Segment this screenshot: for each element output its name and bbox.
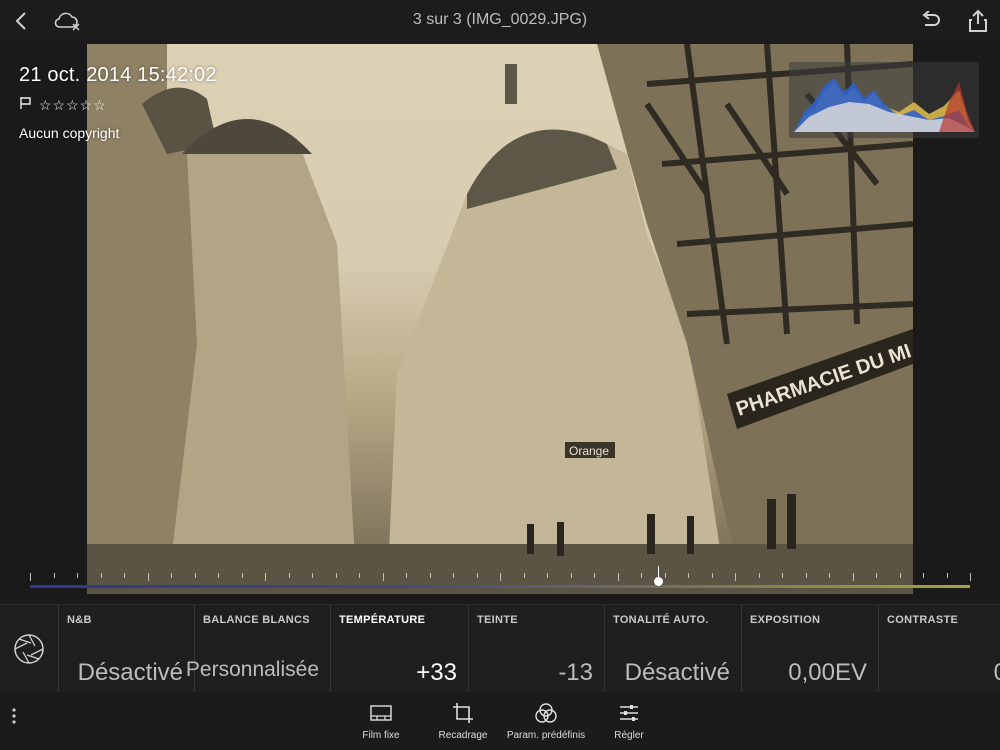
adjust-tint[interactable]: TEINTE -13: [468, 605, 605, 693]
temperature-slider[interactable]: [30, 585, 970, 588]
capture-date: 21 oct. 2014 15:42:02: [19, 64, 217, 86]
slider-tick: [829, 573, 830, 578]
slider-ticks: [30, 573, 971, 583]
slider-tick: [735, 573, 736, 581]
slider-tick: [171, 573, 172, 578]
shop-sign-text: Orange: [569, 444, 609, 458]
adjust-value: 0: [994, 659, 1000, 687]
adjust-temperature[interactable]: TEMPÉRATURE +33: [330, 605, 469, 693]
slider-tick: [899, 573, 901, 578]
slider-tick: [594, 573, 595, 578]
sliders-icon: [587, 702, 671, 724]
tool-label: Film fixe: [362, 730, 400, 741]
slider-tick: [711, 573, 713, 578]
adjust-value: Désactivé: [624, 659, 730, 686]
slider-tick: [923, 573, 924, 578]
photo-info-overlay: 21 oct. 2014 15:42:02 ☆☆☆☆☆ Aucun copyri…: [19, 64, 217, 141]
slider-tick: [946, 573, 948, 578]
bottom-toolbar: Film fixe Recadrage Param. prédéfinis Ré…: [0, 692, 1000, 750]
slider-tick: [523, 573, 525, 578]
adjust-label: CONTRASTE: [887, 614, 959, 626]
slider-tick: [335, 573, 337, 578]
adjust-value: +33: [416, 659, 457, 686]
filmstrip-icon: [339, 702, 423, 724]
slider-tick: [406, 573, 407, 578]
tool-presets[interactable]: Param. prédéfinis: [504, 702, 588, 741]
slider-tick: [77, 573, 78, 578]
slider-tick: [194, 573, 196, 578]
slider-tick: [876, 573, 877, 578]
slider-tick: [30, 573, 31, 581]
undo-icon[interactable]: [917, 8, 943, 34]
photo-viewer[interactable]: PHARMACIE DU MI Orange 21 oct. 2014 15:4…: [0, 42, 1000, 604]
more-options-icon[interactable]: [6, 704, 22, 728]
adjust-value: Personnalisée: [185, 658, 319, 681]
slider-tick: [265, 573, 266, 581]
slider-tick: [641, 573, 642, 578]
adjust-value: Désactivé: [77, 659, 183, 686]
crop-icon: [421, 702, 505, 724]
slider-tick: [359, 573, 360, 578]
slider-tick: [617, 573, 619, 581]
tool-filmstrip[interactable]: Film fixe: [339, 702, 423, 741]
rating-row: ☆☆☆☆☆: [19, 96, 217, 115]
slider-tick: [312, 573, 313, 578]
adjust-auto-tone[interactable]: TONALITÉ AUTO. Désactivé: [604, 605, 742, 693]
share-icon[interactable]: [965, 8, 991, 34]
slider-tick: [664, 573, 666, 578]
slider-tick: [500, 573, 501, 581]
adjust-value: -13: [558, 659, 593, 686]
slider-tick: [288, 573, 290, 578]
slider-tick: [758, 573, 760, 578]
slider-tick: [382, 573, 384, 581]
slider-tick: [429, 573, 431, 578]
adjust-contrast[interactable]: CONTRASTE 0: [878, 605, 1000, 693]
adjust-label: BALANCE BLANCS: [203, 614, 310, 626]
copyright-label: Aucun copyright: [19, 125, 120, 141]
slider-tick: [124, 573, 125, 578]
slider-tick: [570, 573, 572, 578]
top-bar: 3 sur 3 (IMG_0029.JPG): [0, 0, 1000, 42]
slider-tick: [147, 573, 149, 581]
slider-tick: [476, 573, 478, 578]
tool-label: Param. prédéfinis: [506, 730, 586, 741]
flag-icon[interactable]: [19, 96, 33, 115]
adjustment-panel: N&B Désactivé BALANCE BLANCS Personnalis…: [0, 604, 1000, 693]
slider-tick: [547, 573, 548, 578]
tool-crop[interactable]: Recadrage: [421, 702, 505, 741]
presets-icon: [504, 702, 588, 724]
slider-tick: [970, 573, 971, 581]
slider-tick: [852, 573, 854, 581]
adjust-label: TEINTE: [477, 614, 518, 626]
adjust-bw[interactable]: N&B Désactivé: [58, 605, 195, 693]
slider-tick: [100, 573, 102, 578]
adjust-label: EXPOSITION: [750, 614, 821, 626]
adjust-exposure[interactable]: EXPOSITION 0,00EV: [741, 605, 879, 693]
adjust-label: N&B: [67, 614, 92, 626]
tool-label: Recadrage: [438, 730, 488, 741]
slider-tick: [453, 573, 454, 578]
slider-tick: [241, 573, 243, 578]
tool-label: Régler: [614, 730, 644, 741]
slider-tick: [688, 573, 689, 578]
slider-tick: [782, 573, 783, 578]
slider-thumb[interactable]: [654, 577, 663, 586]
page-title: 3 sur 3 (IMG_0029.JPG): [412, 11, 588, 28]
slider-tick: [805, 573, 807, 578]
slider-tick: [53, 573, 55, 578]
tool-adjust[interactable]: Régler: [587, 702, 671, 741]
adjust-value: 0,00EV: [788, 659, 867, 686]
adjust-label: TEMPÉRATURE: [339, 614, 426, 626]
slider-tick: [218, 573, 219, 578]
adjust-white-balance[interactable]: BALANCE BLANCS Personnalisée: [186, 605, 331, 693]
histogram: [789, 62, 979, 138]
star-rating[interactable]: ☆☆☆☆☆: [39, 97, 107, 114]
adjust-label: TONALITÉ AUTO.: [613, 614, 709, 626]
aperture-icon[interactable]: [0, 605, 58, 693]
